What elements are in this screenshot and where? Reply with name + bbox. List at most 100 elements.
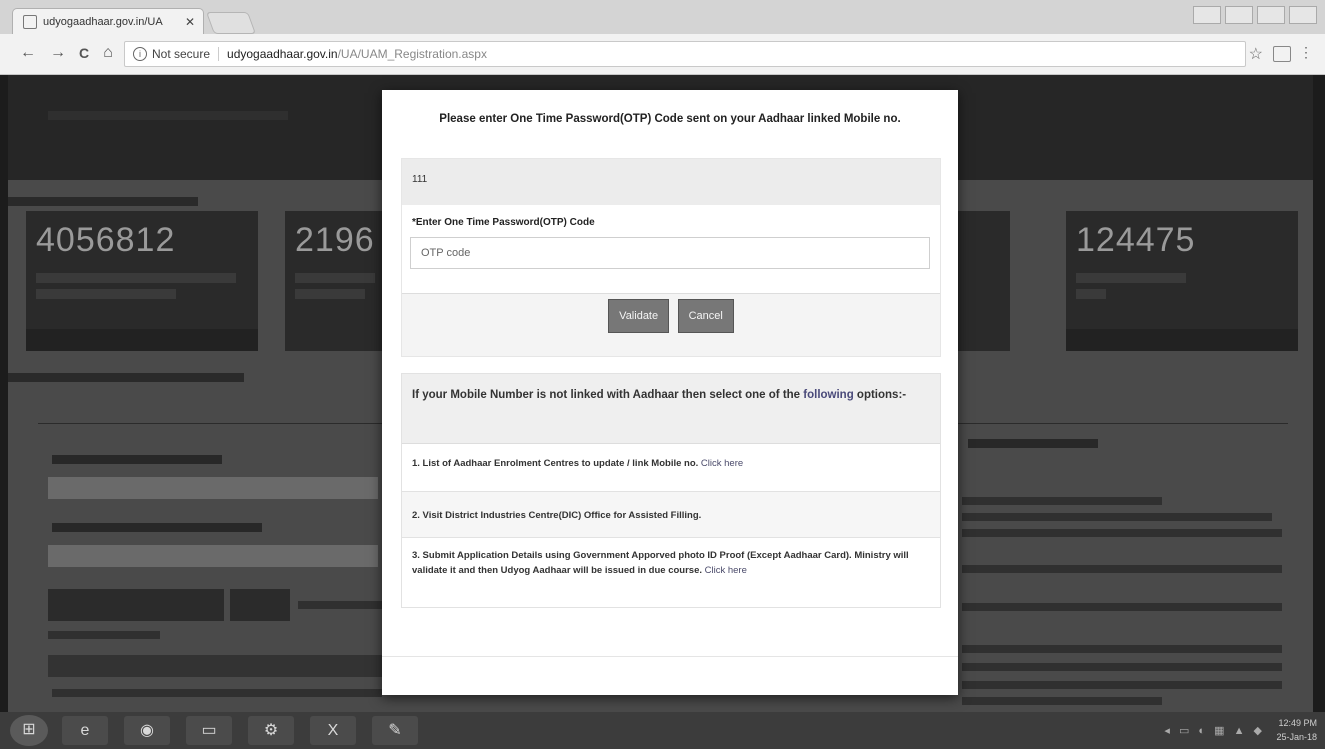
validate-generate-otp-button[interactable]: [48, 589, 224, 621]
forward-button[interactable]: →: [48, 44, 68, 62]
taskbar-clock[interactable]: 12:49 PM 25-Jan-18: [1276, 716, 1317, 744]
option1-click-here-link[interactable]: Click here: [701, 458, 743, 469]
clock-time: 12:49 PM: [1278, 718, 1317, 728]
new-tab-button[interactable]: [205, 12, 257, 34]
site-logo: [48, 111, 288, 120]
bookmark-star-icon[interactable]: ☆: [1249, 44, 1263, 64]
close-window-button[interactable]: [1289, 6, 1317, 24]
option3-click-here-link[interactable]: Click here: [705, 565, 747, 576]
back-button[interactable]: ←: [18, 44, 38, 62]
side-text: [962, 681, 1282, 689]
chrome-icon[interactable]: ◉: [124, 716, 170, 745]
tab-title: udyogaadhaar.gov.in/UA: [43, 15, 163, 28]
option2-text: 2. Visit District Industries Centre(DIC)…: [412, 510, 702, 521]
info-icon[interactable]: i: [133, 47, 147, 61]
reload-button[interactable]: C: [74, 45, 94, 61]
system-tray-icons[interactable]: ◂ ▭ ◐ ▦ ▲ ◆: [1164, 724, 1265, 737]
aadhaar-number-input[interactable]: [48, 477, 378, 499]
user-profile-button[interactable]: [1193, 6, 1221, 24]
option-dic-office: 2. Visit District Industries Centre(DIC)…: [402, 492, 940, 538]
validate-button[interactable]: Validate: [608, 299, 670, 333]
window-controls: [1193, 6, 1317, 24]
side-text: [962, 697, 1162, 705]
stat-caption: [295, 289, 365, 299]
alternate-heading-suffix: options:-: [853, 389, 907, 401]
stat-card: [958, 211, 1010, 351]
page-favicon-icon: [23, 14, 37, 29]
browser-menu-icon[interactable]: ⋮: [1299, 44, 1313, 61]
address-separator: [218, 47, 220, 61]
stat-caption: [36, 273, 236, 283]
internet-explorer-icon[interactable]: e: [62, 716, 108, 745]
section-heading-bar: [8, 197, 198, 206]
url-host: udyogaadhaar.gov.in: [227, 47, 338, 61]
side-text: [962, 513, 1272, 521]
stat-more-link[interactable]: [1066, 329, 1298, 351]
modal-title: Please enter One Time Password(OTP) Code…: [439, 113, 901, 125]
tab-close-icon[interactable]: ✕: [183, 15, 197, 29]
side-text: [962, 603, 1282, 611]
minimize-button[interactable]: [1225, 6, 1253, 24]
option-enrolment-centres: 1. List of Aadhaar Enrolment Centres to …: [402, 444, 940, 492]
otp-form-group: *Enter One Time Password(OTP) Code: [402, 205, 940, 294]
stat-caption: [1076, 289, 1106, 299]
windows-taskbar: ⊞ e ◉ ▭ ⚙ X ✎ ◂ ▭ ◐ ▦ ▲ ◆ 12:49 PM 25-Ja…: [0, 712, 1325, 749]
address-bar[interactable]: i Not secure udyogaadhaar.gov.in /UA/UAM…: [124, 41, 1246, 67]
stat-value: 2196: [295, 221, 375, 259]
reset-button[interactable]: [230, 589, 290, 621]
otp-buttons: Validate Cancel: [402, 299, 940, 333]
maximize-button[interactable]: [1257, 6, 1285, 24]
clock-date: 25-Jan-18: [1276, 732, 1317, 742]
option1-text: 1. List of Aadhaar Enrolment Centres to …: [412, 458, 701, 469]
excel-icon[interactable]: X: [310, 716, 356, 745]
stat-caption: [36, 289, 176, 299]
form-note: [298, 601, 382, 609]
alternate-options-panel: If your Mobile Number is not linked with…: [401, 373, 941, 608]
stat-caption: [295, 273, 375, 283]
browser-tabstrip: udyogaadhaar.gov.in/UA ✕: [0, 0, 1325, 34]
stat-value: 124475: [1076, 221, 1196, 259]
cancel-button[interactable]: Cancel: [677, 299, 734, 333]
declaration-text: [52, 689, 382, 697]
otp-panel: 111 *Enter One Time Password(OTP) Code V…: [401, 158, 941, 357]
stat-card: 4056812: [26, 211, 258, 351]
aadhaar-number-label: [52, 455, 222, 464]
start-button[interactable]: ⊞: [10, 715, 48, 746]
home-button[interactable]: ⌂: [98, 44, 118, 62]
masked-mobile-row: 111: [402, 159, 940, 206]
browser-tab[interactable]: udyogaadhaar.gov.in/UA ✕: [12, 8, 204, 34]
otp-modal: Please enter One Time Password(OTP) Code…: [382, 90, 958, 695]
side-text: [962, 645, 1282, 653]
url-path: /UA/UAM_Registration.aspx: [337, 47, 487, 61]
alternate-heading-following: following: [803, 389, 854, 401]
side-heading: [968, 439, 1098, 448]
browser-toolbar: ← → C ⌂ i Not secure udyogaadhaar.gov.in…: [0, 34, 1325, 75]
stat-caption: [1076, 273, 1186, 283]
masked-mobile-number: 111: [412, 174, 428, 185]
entrepreneur-name-label: [52, 523, 262, 532]
paint-icon[interactable]: ✎: [372, 716, 418, 745]
alternate-options-heading: If your Mobile Number is not linked with…: [402, 374, 940, 444]
side-text: [962, 529, 1282, 537]
stat-card: 124475: [1066, 211, 1298, 351]
extension-icon[interactable]: [1273, 46, 1291, 62]
modal-footer-divider: [382, 656, 958, 657]
settings-icon[interactable]: ⚙: [248, 716, 294, 745]
side-text: [962, 497, 1162, 505]
security-status: Not secure: [152, 47, 211, 61]
stat-card: 2196: [285, 211, 395, 351]
side-text: [962, 565, 1282, 573]
side-text: [962, 663, 1282, 671]
alternate-heading-text: If your Mobile Number is not linked with…: [412, 389, 804, 401]
declaration-banner: [48, 655, 388, 677]
stat-value: 4056812: [36, 221, 176, 259]
form-note: [48, 631, 160, 639]
otp-label: *Enter One Time Password(OTP) Code: [412, 217, 595, 228]
section-heading-bar: [8, 373, 244, 382]
otp-input[interactable]: [410, 237, 930, 269]
option3-text: 3. Submit Application Details using Gove…: [412, 550, 909, 576]
file-explorer-icon[interactable]: ▭: [186, 716, 232, 745]
option-photo-id: 3. Submit Application Details using Gove…: [402, 538, 940, 607]
stat-more-link[interactable]: [26, 329, 258, 351]
entrepreneur-name-input[interactable]: [48, 545, 378, 567]
